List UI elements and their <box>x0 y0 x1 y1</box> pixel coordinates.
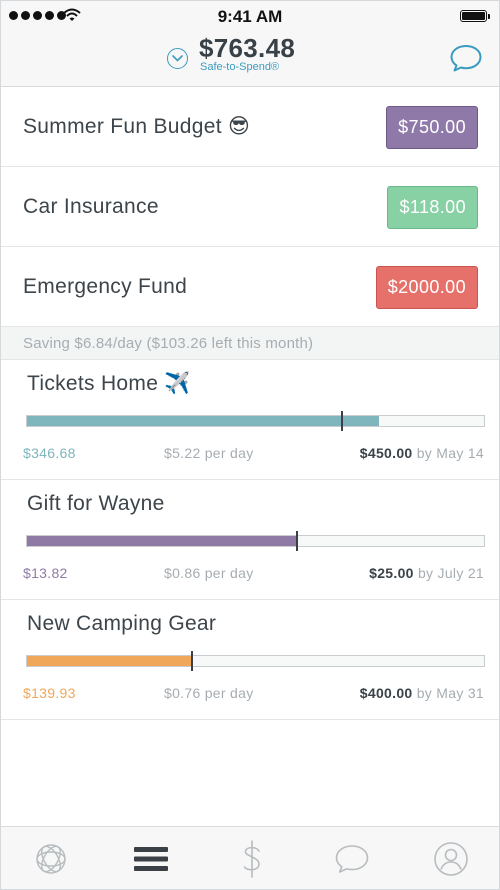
goal-progress-fill <box>27 416 379 426</box>
goal-target-date: by May 14 <box>416 445 484 461</box>
goal-target: $25.00 by July 21 <box>369 565 484 581</box>
chevron-down-icon <box>172 55 183 62</box>
tab-overview[interactable] <box>31 839 71 879</box>
safe-to-spend-amount[interactable]: $763.48 <box>199 33 295 64</box>
list-icon <box>134 847 168 871</box>
envelope-name: Summer Fun Budget 😎 <box>23 115 251 138</box>
battery-icon <box>460 10 490 22</box>
goal-name: New Camping Gear <box>27 612 217 635</box>
envelope-name: Emergency Fund <box>23 275 188 298</box>
tab-money[interactable] <box>232 839 272 879</box>
goal-target: $400.00 by May 31 <box>360 685 484 701</box>
goal-name: Gift for Wayne <box>27 492 165 515</box>
goal-expected-marker <box>341 411 344 431</box>
tab-bar <box>1 826 499 889</box>
overview-icon <box>36 844 66 874</box>
app-screen: 9:41 AM $763.48 Safe-to-Spend® Summer Fu… <box>0 0 500 890</box>
envelope-row[interactable]: Summer Fun Budget 😎 $750.00 <box>1 87 499 167</box>
header: $763.48 Safe-to-Spend® <box>1 31 499 87</box>
goal-saved-amount: $346.68 <box>23 445 76 461</box>
profile-icon <box>434 842 468 876</box>
envelope-amount-badge[interactable]: $750.00 <box>386 106 478 149</box>
goal-saved-amount: $13.82 <box>23 565 68 581</box>
status-bar: 9:41 AM <box>1 1 499 31</box>
goal-target-date: by July 21 <box>417 565 484 581</box>
envelope-row[interactable]: Car Insurance $118.00 <box>1 167 499 247</box>
envelope-amount-badge[interactable]: $118.00 <box>387 186 478 229</box>
safe-to-spend-label: Safe-to-Spend® <box>200 61 280 73</box>
goal-target-amount: $450.00 <box>359 445 413 461</box>
chat-icon <box>335 845 369 873</box>
goal-progress-fill <box>27 536 297 546</box>
goal-per-day: $5.22 per day <box>164 445 254 461</box>
goal-target-amount: $400.00 <box>359 685 413 701</box>
goal-expected-marker <box>190 651 193 671</box>
goal-row[interactable]: New Camping Gear $139.93 $0.76 per day $… <box>1 600 499 720</box>
goal-target-date: by May 31 <box>416 685 484 701</box>
goal-name: Tickets Home ✈️ <box>27 372 191 395</box>
goal-per-day: $0.76 per day <box>164 685 254 701</box>
goal-row[interactable]: Gift for Wayne $13.82 $0.86 per day $25.… <box>1 480 499 600</box>
envelope-amount-badge[interactable]: $2000.00 <box>375 266 478 309</box>
clock: 9:41 AM <box>217 7 283 26</box>
goal-target: $450.00 by May 14 <box>360 445 484 461</box>
goal-progress-fill <box>27 656 192 666</box>
tab-list[interactable] <box>131 839 171 879</box>
goal-progress-bar <box>26 531 485 551</box>
dropdown-toggle-button[interactable] <box>167 48 188 69</box>
goal-row[interactable]: Tickets Home ✈️ $346.68 $5.22 per day $4… <box>1 360 499 480</box>
envelope-name: Car Insurance <box>23 195 159 218</box>
envelope-row[interactable]: Emergency Fund $2000.00 <box>1 247 499 327</box>
chat-icon[interactable] <box>449 43 483 73</box>
goal-per-day: $0.86 per day <box>164 565 254 581</box>
goal-progress-bar <box>26 411 485 431</box>
goal-target-amount: $25.00 <box>369 565 414 581</box>
goal-progress-bar <box>26 651 485 671</box>
goal-saved-amount: $139.93 <box>23 685 76 701</box>
tab-chat[interactable] <box>332 839 372 879</box>
tab-profile[interactable] <box>431 839 471 879</box>
dollar-icon <box>243 840 260 878</box>
goal-expected-marker <box>295 531 298 551</box>
savings-summary: Saving $6.84/day ($103.26 left this mont… <box>1 327 499 360</box>
